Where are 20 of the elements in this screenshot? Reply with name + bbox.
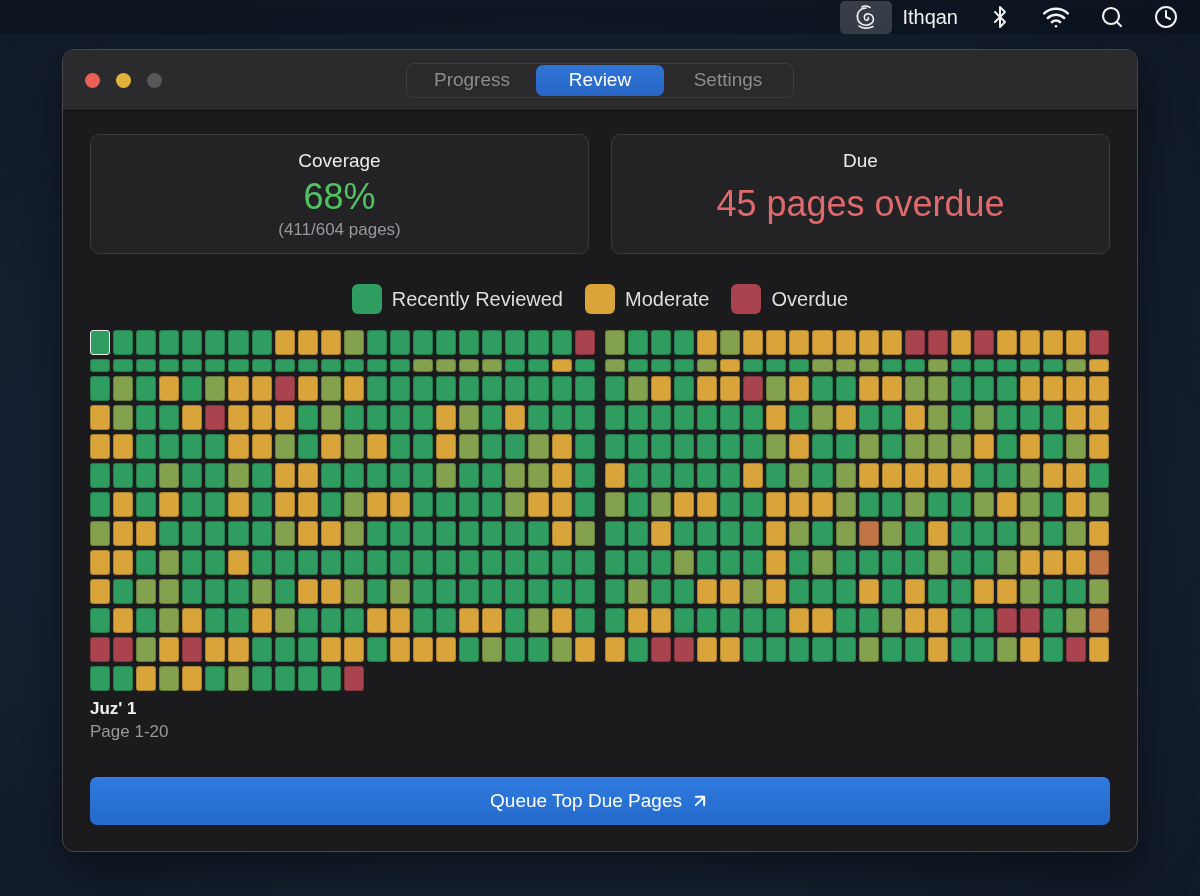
stat-detail: (411/604 pages)	[278, 220, 401, 240]
app-menu-button[interactable]	[840, 0, 893, 34]
clock-icon[interactable]	[1154, 5, 1178, 29]
tab[interactable]: Review	[536, 64, 664, 96]
selection-range: Page 1-20	[90, 721, 169, 743]
stat-value: 45 pages overdue	[716, 183, 1005, 225]
selection-title: Juz' 1	[90, 699, 137, 719]
close-button[interactable]	[85, 72, 100, 88]
stat-value: 68%	[303, 176, 376, 218]
legend-label: Moderate	[625, 287, 710, 311]
legend-label: Recently Reviewed	[391, 287, 563, 311]
tab[interactable]: Progress	[408, 64, 536, 96]
legend-label: Overdue	[771, 287, 849, 311]
minimize-button[interactable]	[116, 72, 131, 88]
search-icon[interactable]	[1100, 5, 1124, 29]
queue-button[interactable]: Queue Top Due Pages	[90, 777, 1110, 825]
stat-title: Due	[843, 149, 878, 173]
tab[interactable]: Settings	[664, 64, 792, 96]
app-name-menu[interactable]: Ithqan	[902, 5, 958, 29]
stat-title: Coverage	[298, 149, 381, 173]
